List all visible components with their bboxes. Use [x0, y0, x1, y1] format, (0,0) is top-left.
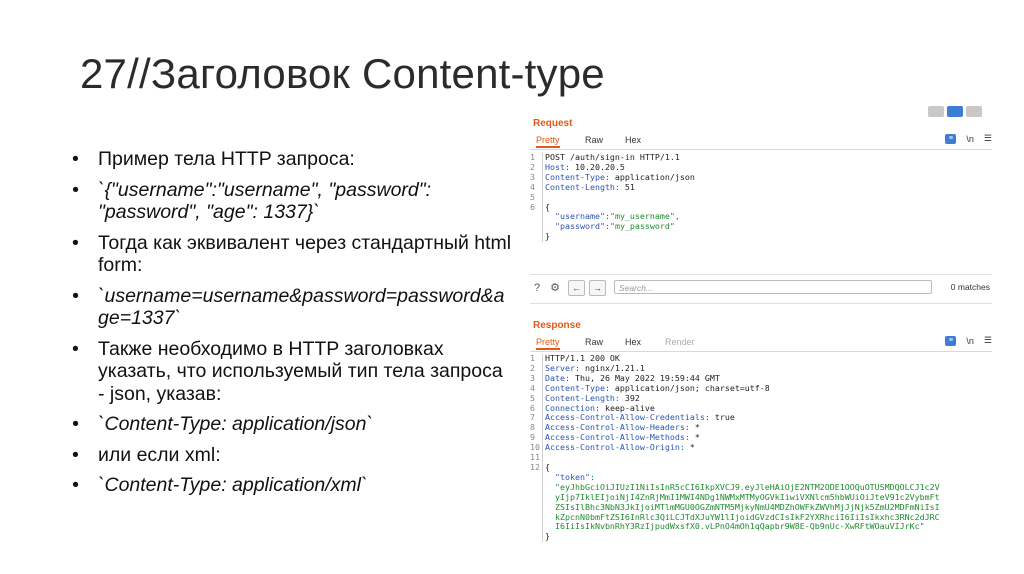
- bullet-item: `{"username":"username", "password": "pa…: [72, 179, 512, 224]
- code-line: "password":"my_password": [530, 221, 992, 233]
- view-toggle[interactable]: [928, 106, 982, 117]
- search-input[interactable]: Search...: [614, 280, 932, 294]
- code-line: 11: [530, 452, 992, 463]
- bullet-item: `Content-Type: application/xml`: [72, 474, 512, 497]
- line-number: [530, 513, 542, 523]
- split-vertical-icon[interactable]: [947, 106, 963, 117]
- match-count: 0 matches: [950, 282, 990, 292]
- format-icon[interactable]: ≡: [945, 335, 957, 346]
- bullet-item: Тогда как эквивалент через стандартный h…: [72, 232, 512, 277]
- menu-icon[interactable]: ☰: [984, 133, 992, 144]
- line-number: [530, 473, 542, 483]
- newline-icon[interactable]: \n: [966, 336, 974, 346]
- response-tabs: Pretty Raw Hex Render ≡ \n ☰: [530, 335, 992, 352]
- tab-pretty[interactable]: Pretty: [536, 337, 560, 350]
- settings-icon[interactable]: ⚙: [548, 281, 562, 295]
- line-number: [530, 522, 542, 532]
- bullet-item: Пример тела HTTP запроса:: [72, 148, 512, 171]
- line-number: [530, 532, 542, 542]
- code-line: 4 Content-Length: 51: [530, 181, 992, 193]
- response-label: Response: [533, 320, 581, 331]
- tab-raw[interactable]: Raw: [585, 337, 603, 347]
- code-line: 10 Access-Control-Allow-Origin: *: [530, 442, 992, 454]
- bullet-list: Пример тела HTTP запроса: `{"username":"…: [72, 148, 512, 505]
- bullet-item: `Content-Type: application/json`: [72, 413, 512, 436]
- code-text: Content-Length: 51: [545, 181, 635, 192]
- split-horizontal-icon[interactable]: [928, 106, 944, 117]
- tab-pretty[interactable]: Pretty: [536, 135, 560, 148]
- code-text: "password":"my_password": [545, 221, 675, 232]
- code-text: }: [545, 531, 550, 542]
- code-line: 5: [530, 192, 992, 203]
- line-number: [530, 212, 542, 222]
- bullet-item: или если xml:: [72, 444, 512, 467]
- code-line: I6IiIsIkNvbnRhY3RzIjpudWxsfX0.vLPnO4mOh1…: [530, 521, 992, 533]
- line-number: [530, 503, 542, 513]
- code-line: 12{: [530, 461, 992, 473]
- code-line: }: [530, 531, 992, 543]
- line-number: [530, 232, 542, 242]
- bullet-item: Также необходимо в HTTP заголовках указа…: [72, 338, 512, 406]
- divider: [530, 274, 992, 275]
- request-label: Request: [533, 118, 573, 129]
- tab-render[interactable]: Render: [665, 337, 695, 347]
- request-tabs: Pretty Raw Hex ≡ \n ☰: [530, 133, 992, 150]
- back-arrow-icon[interactable]: ←: [568, 280, 585, 296]
- divider: [530, 303, 992, 304]
- line-number: 6: [530, 201, 535, 212]
- line-number: [530, 222, 542, 232]
- menu-icon[interactable]: ☰: [984, 335, 992, 346]
- slide-title: 27//Заголовок Content-type: [80, 50, 605, 97]
- line-number: 12: [530, 461, 540, 472]
- search-bar: ? ⚙ ← → Search... 0 matches: [530, 279, 992, 297]
- forward-arrow-icon[interactable]: →: [589, 280, 606, 296]
- line-number: [530, 493, 542, 503]
- bullet-item: `username=username&password=password&age…: [72, 285, 512, 330]
- code-text: }: [545, 231, 550, 242]
- response-body[interactable]: 1 HTTP/1.1 200 OK 2 Server: nginx/1.21.1 3 Da…: [530, 353, 992, 543]
- help-icon[interactable]: ?: [530, 281, 544, 295]
- code-text: I6IiIsIkNvbnRhY3RzIjpudWxsfX0.vLPnO4mOh1…: [545, 521, 925, 532]
- code-line: }: [530, 231, 992, 243]
- tab-hex[interactable]: Hex: [625, 135, 641, 145]
- single-pane-icon[interactable]: [966, 106, 982, 117]
- format-icon[interactable]: ≡: [945, 133, 957, 144]
- code-text: Access-Control-Allow-Origin: *: [545, 442, 695, 453]
- newline-icon[interactable]: \n: [966, 134, 974, 144]
- request-body[interactable]: 1 POST /auth/sign-in HTTP/1.1 2 Host: 10.20…: [530, 152, 992, 243]
- line-number: [530, 483, 542, 493]
- tab-hex[interactable]: Hex: [625, 337, 641, 347]
- tab-raw[interactable]: Raw: [585, 135, 603, 145]
